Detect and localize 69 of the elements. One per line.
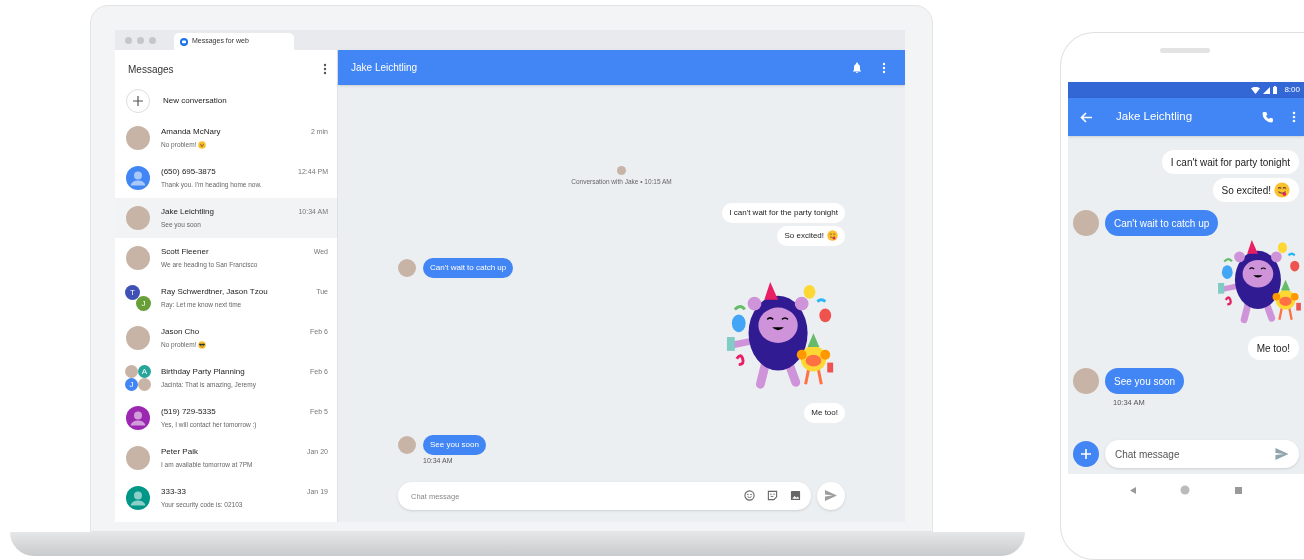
wifi-icon — [1251, 86, 1261, 94]
avatar-photo — [126, 326, 150, 350]
send-button[interactable] — [817, 481, 845, 510]
image-icon[interactable] — [790, 489, 801, 501]
recents-square-icon[interactable] — [1234, 486, 1242, 494]
more-options-icon[interactable] — [882, 61, 886, 74]
contact-name: Jason Cho — [161, 326, 200, 339]
phone-speaker — [1160, 48, 1210, 53]
avatar-initial: A — [138, 365, 151, 378]
tongue-smiley-icon — [827, 230, 838, 242]
phone-call-icon[interactable] — [1262, 111, 1274, 123]
send-icon[interactable] — [1275, 448, 1289, 460]
plus-icon — [126, 89, 150, 113]
avatar-photo — [1073, 368, 1099, 394]
contact-name: Jake Leichtling — [161, 206, 214, 219]
battery-icon — [1273, 86, 1278, 94]
contact-name: Scott Fleener — [161, 246, 209, 259]
contact-name: Peter Paik — [161, 446, 198, 459]
avatar-initial: J — [136, 296, 151, 311]
avatar-photo — [126, 246, 150, 270]
more-options-icon[interactable] — [1292, 111, 1296, 123]
sidebar-title: Messages — [128, 62, 174, 77]
avatar-photo — [398, 435, 416, 454]
more-options-icon[interactable] — [323, 63, 327, 75]
outgoing-message-bubble: So excited! — [1212, 178, 1299, 202]
avatar-photo — [126, 206, 150, 230]
plus-icon — [1081, 449, 1091, 459]
outgoing-message-bubble: I can't wait for party tonight — [1161, 150, 1299, 174]
outgoing-message-bubble: Me too! — [1247, 336, 1299, 360]
avatar-photo — [138, 378, 151, 391]
avatar-initial: T — [125, 285, 140, 300]
outgoing-message-bubble: Me too! — [804, 402, 845, 423]
contact-name: 333-33 — [161, 486, 186, 499]
avatar-photo — [1073, 210, 1099, 236]
contact-name: Birthday Party Planning — [161, 366, 245, 379]
contact-name: Ray Schwerdtner, Jason Tzou — [161, 286, 268, 299]
avatar-photo — [617, 166, 626, 175]
sunglasses-smiley-icon — [198, 341, 207, 349]
new-conversation-button[interactable]: New conversation — [115, 88, 337, 114]
contact-name: Amanda McNary — [161, 126, 221, 139]
signal-icon — [1263, 86, 1271, 94]
chat-title: Jake Leichtling — [1116, 109, 1194, 125]
home-circle-icon[interactable] — [1180, 485, 1191, 495]
contact-name: (519) 729-5335 — [161, 406, 216, 419]
back-arrow-icon[interactable] — [1080, 111, 1092, 123]
incoming-message-bubble: Can't wait to catch up — [423, 257, 514, 278]
outgoing-message-bubble: So excited! — [777, 225, 845, 246]
back-triangle-icon[interactable] — [1130, 486, 1137, 494]
incoming-message-bubble: See you soon — [423, 434, 486, 455]
avatar-photo — [125, 365, 138, 378]
smiley-icon — [198, 141, 207, 149]
avatar-photo — [126, 446, 150, 470]
outgoing-message-bubble: I can't wait for the party tonight — [722, 202, 845, 223]
avatar-photo — [398, 258, 416, 277]
tongue-smiley-icon — [1274, 182, 1290, 198]
sticker-icon[interactable] — [767, 489, 778, 501]
bell-icon[interactable] — [852, 62, 862, 73]
incoming-message-bubble: Can't wait to catch up — [1105, 210, 1219, 236]
incoming-message-bubble: See you soon — [1105, 368, 1185, 394]
smiley-face-icon[interactable] — [744, 489, 755, 501]
send-icon — [825, 490, 837, 502]
status-time: 8:00 — [1284, 84, 1300, 96]
chat-message-field[interactable]: Chat message — [1105, 440, 1299, 468]
chat-title: Jake Leichtling — [351, 61, 418, 75]
avatar-photo — [126, 126, 150, 150]
add-attachment-button[interactable] — [1073, 441, 1099, 467]
avatar-initial: J — [125, 378, 138, 391]
contact-name: (650) 695-3875 — [161, 166, 216, 179]
messages-logo-icon — [180, 37, 188, 46]
